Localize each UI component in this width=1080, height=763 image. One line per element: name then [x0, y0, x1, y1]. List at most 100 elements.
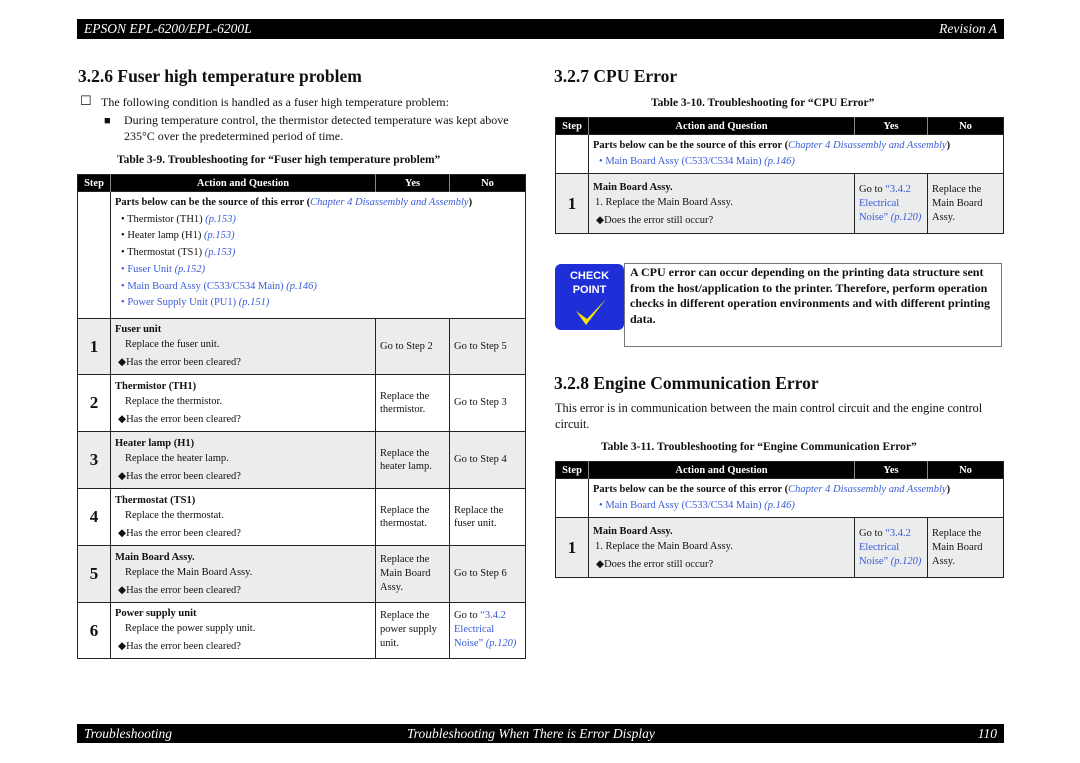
row-title: Main Board Assy. — [593, 525, 673, 537]
page-footer: Troubleshooting Troubleshooting When The… — [77, 724, 1004, 743]
row-action: Replace the thermistor. — [125, 395, 223, 407]
parts-row: Parts below can be the source of this er… — [555, 134, 1004, 174]
chapter-link[interactable]: Chapter 4 Disassembly and Assembly — [788, 484, 946, 495]
section-title-3-2-7: 3.2.7 CPU Error — [554, 66, 678, 86]
row-question: ◆Does the error still occur? — [596, 558, 714, 570]
table-3-9: Step Action and Question Yes No Parts be… — [77, 174, 526, 659]
checkpoint-badge: CHECK POINT — [555, 264, 624, 330]
row-question: ◆Has the error been cleared? — [118, 584, 241, 596]
col-action: Action and Question — [588, 117, 855, 135]
row-title: Main Board Assy. — [115, 551, 195, 563]
part-item[interactable]: • Fuser Unit (p.152) — [115, 262, 521, 279]
table-3-10: Step Action and Question Yes No Parts be… — [555, 117, 1004, 234]
col-yes: Yes — [854, 117, 928, 135]
parts-row: Parts below can be the source of this er… — [555, 478, 1004, 518]
row-title: Heater lamp (H1) — [115, 437, 195, 449]
no-cell: Replace the Main Board Assy. — [927, 173, 1004, 234]
no-cell: Go to Step 6 — [449, 544, 526, 603]
no-cell: Go to Step 3 — [449, 373, 526, 432]
col-step: Step — [555, 117, 589, 135]
row-action: 1. Replace the Main Board Assy. — [595, 196, 733, 208]
table-row: 1 Main Board Assy. 1. Replace the Main Bo… — [555, 173, 1004, 234]
step-number: 5 — [77, 544, 111, 603]
page-header: EPSON EPL-6200/EPL-6200L Revision A — [77, 19, 1004, 39]
page-link[interactable]: (p.120) — [891, 556, 922, 567]
header-title: EPSON EPL-6200/EPL-6200L — [84, 21, 252, 36]
row-question: ◆Has the error been cleared? — [118, 470, 241, 482]
table-row: 4 Thermostat (TS1) Replace the thermostat… — [77, 487, 526, 546]
row-question: ◆Has the error been cleared? — [118, 357, 241, 369]
page-link[interactable]: (p.120) — [483, 638, 517, 649]
no-cell: Replace the fuser unit. — [449, 487, 526, 546]
section-title-3-2-6: 3.2.6 Fuser high temperature problem — [78, 66, 362, 86]
parts-heading: Parts below can be the source of this er… — [115, 197, 473, 208]
page-link[interactable]: (p.153) — [204, 230, 235, 241]
page-link[interactable]: (p.151) — [239, 297, 270, 308]
header-revision: Revision A — [939, 21, 997, 36]
col-no: No — [449, 174, 526, 192]
col-no: No — [927, 117, 1004, 135]
page-link[interactable]: (p.146) — [764, 156, 795, 167]
step-number: 1 — [555, 517, 589, 578]
row-question: ◆Has the error been cleared? — [118, 527, 241, 539]
no-cell: Go to Step 5 — [449, 317, 526, 375]
row-question: ◆Has the error been cleared? — [118, 641, 241, 653]
no-cell: Replace the Main Board Assy. — [927, 517, 1004, 578]
row-action: 1. Replace the Main Board Assy. — [595, 540, 733, 552]
step-number: 4 — [77, 487, 111, 546]
col-step: Step — [77, 174, 111, 192]
page-number: 110 — [977, 725, 997, 741]
col-action: Action and Question — [110, 174, 376, 192]
part-item[interactable]: • Main Board Assy (C533/C534 Main) (p.14… — [115, 279, 521, 296]
part-item[interactable]: • Main Board Assy (C533/C534 Main) (p.14… — [593, 154, 999, 170]
yes-cell: Replace the Main Board Assy. — [375, 544, 450, 603]
row-action: Replace the heater lamp. — [125, 452, 229, 464]
table-row: 6 Power supply unit Replace the power sup… — [77, 601, 526, 659]
yes-cell: Go to Step 2 — [375, 317, 450, 375]
row-action: Replace the thermostat. — [125, 509, 224, 521]
col-yes: Yes — [854, 461, 928, 479]
row-title: Main Board Assy. — [593, 181, 673, 193]
part-item[interactable]: • Main Board Assy (C533/C534 Main) (p.14… — [593, 498, 999, 514]
table-header-row: Step Action and Question Yes No — [77, 174, 526, 192]
footer-chapter: Troubleshooting — [84, 725, 173, 741]
table-3-11: Step Action and Question Yes No Parts be… — [555, 461, 1004, 578]
part-item[interactable]: • Power Supply Unit (PU1) (p.151) — [115, 295, 521, 312]
intro-text: The following condition is handled as a … — [101, 95, 449, 109]
step-number: 2 — [77, 373, 111, 432]
part-item: • Thermostat (TS1) (p.153) — [121, 247, 236, 259]
part-item: • Heater lamp (H1) (p.153) — [121, 230, 235, 242]
part-item: • Thermistor (TH1) (p.153) — [121, 213, 236, 225]
step-number: 1 — [77, 317, 111, 375]
square-bullet-icon: ■ — [104, 115, 111, 127]
chapter-link[interactable]: Chapter 4 Disassembly and Assembly — [788, 140, 946, 151]
table-row: 1 Main Board Assy. 1. Replace the Main Bo… — [555, 517, 1004, 578]
section-title-3-2-8: 3.2.8 Engine Communication Error — [554, 373, 819, 393]
page-link[interactable]: (p.146) — [764, 500, 795, 511]
yes-cell: Replace the heater lamp. — [375, 430, 450, 489]
page-link[interactable]: (p.152) — [175, 264, 206, 275]
table-row: 3 Heater lamp (H1) Replace the heater lam… — [77, 430, 526, 489]
checkbox-bullet-icon: ☐ — [80, 93, 92, 108]
yes-cell: Replace the thermostat. — [375, 487, 450, 546]
step-number: 3 — [77, 430, 111, 489]
page-link[interactable]: (p.153) — [205, 247, 236, 258]
no-cell: Go to “3.4.2 Electrical Noise” (p.120) — [449, 601, 526, 659]
condition-text: During temperature control, the thermist… — [124, 113, 509, 143]
row-question: ◆Does the error still occur? — [596, 214, 714, 226]
no-cell: Go to Step 4 — [449, 430, 526, 489]
page-link[interactable]: (p.146) — [286, 281, 317, 292]
intro-text: This error is in communication between t… — [555, 401, 983, 431]
chapter-link[interactable]: Chapter 4 Disassembly and Assembly — [310, 197, 468, 208]
yes-cell: Replace the thermistor. — [375, 373, 450, 432]
page-link[interactable]: (p.153) — [205, 214, 236, 225]
table-caption-3-9: Table 3-9. Troubleshooting for “Fuser hi… — [117, 154, 441, 166]
row-action: Replace the Main Board Assy. — [125, 566, 253, 578]
row-title: Fuser unit — [115, 324, 162, 336]
checkpoint-label: CHECK — [569, 270, 610, 282]
table-row: 1 Fuser unit Replace the fuser unit. ◆Has … — [77, 317, 526, 375]
parts-row: Parts below can be the source of this er… — [77, 191, 526, 319]
page-link[interactable]: (p.120) — [891, 212, 922, 223]
col-no: No — [927, 461, 1004, 479]
checkpoint-label: POINT — [572, 284, 607, 296]
